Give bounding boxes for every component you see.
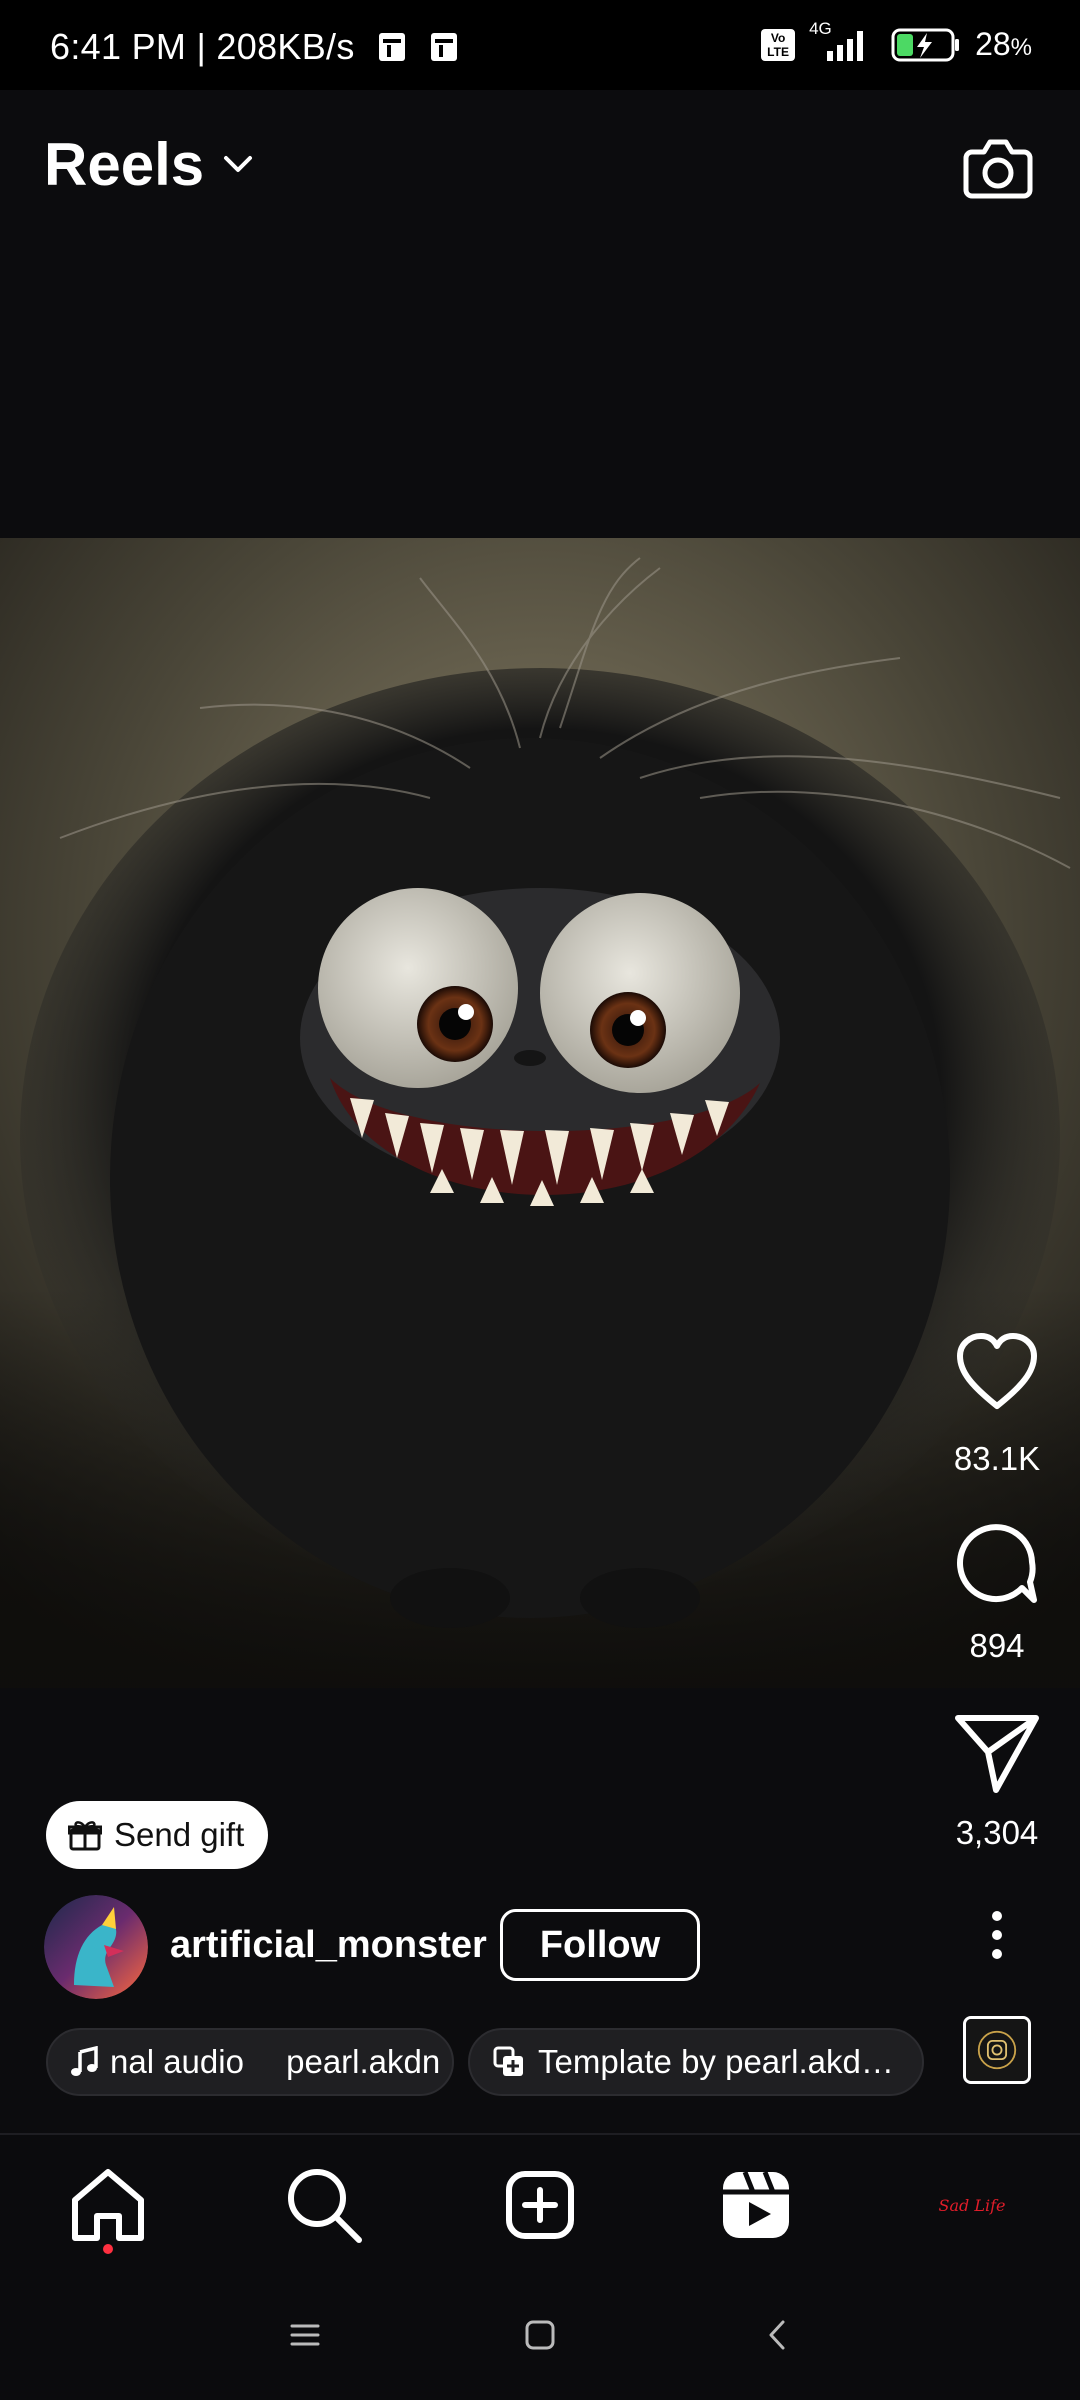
like-count: 83.1K [953, 1440, 1041, 1477]
recents-icon[interactable] [280, 2310, 330, 2360]
audio-thumbnail[interactable] [963, 2016, 1031, 2084]
signal-icon: 4G [809, 19, 877, 63]
audio-pill[interactable]: nal audio pearl.akdn [46, 2028, 454, 2096]
author-username[interactable]: artificial_monster [170, 1924, 487, 1967]
comment-icon[interactable] [952, 1518, 1042, 1608]
reels-icon[interactable] [711, 2160, 801, 2250]
search-icon[interactable] [279, 2160, 369, 2250]
battery-percent: 28 [975, 26, 1011, 62]
send-gift-label: Send gift [114, 1816, 245, 1853]
send-icon[interactable] [952, 1708, 1042, 1798]
volte-icon: Vo LTE [761, 28, 796, 61]
heart-icon[interactable] [952, 1328, 1042, 1418]
page-title[interactable]: Reels [44, 130, 254, 199]
template-pill[interactable]: Template by pearl.akd… [468, 2028, 924, 2096]
template-icon [493, 2046, 523, 2076]
follow-button[interactable]: Follow [500, 1909, 700, 1981]
home-system-icon[interactable] [515, 2310, 565, 2360]
create-icon[interactable] [495, 2160, 585, 2250]
page-title-text: Reels [44, 131, 205, 198]
home-icon[interactable] [63, 2160, 153, 2250]
status-indicators: Vo LTE 4G 28% [761, 19, 1032, 63]
profile-avatar[interactable]: Sad Life [927, 2160, 1017, 2250]
music-note-icon [71, 2046, 98, 2076]
status-time-speed: 6:41 PM | 208KB/s [50, 26, 459, 68]
more-icon[interactable] [975, 1908, 1019, 1962]
template-label: Template by pearl.akd… [538, 2043, 894, 2080]
avatar[interactable] [44, 1895, 148, 1999]
notification-icon [378, 33, 405, 61]
chevron-down-icon [224, 155, 253, 172]
battery-icon [891, 28, 960, 61]
gift-icon [68, 1821, 102, 1851]
notification-icon [431, 33, 458, 61]
back-icon[interactable] [753, 2310, 803, 2360]
reel-video[interactable] [0, 538, 1080, 1688]
battery-unit: % [1010, 34, 1032, 61]
status-time-text: 6:41 PM | 208KB/s [50, 26, 355, 67]
camera-icon[interactable] [958, 128, 1038, 208]
notification-dot [103, 2244, 113, 2254]
profile-label: Sad Life [938, 2195, 1006, 2215]
send-gift-button[interactable]: Send gift [46, 1801, 268, 1869]
audio-label: nal audio pearl.akdn [110, 2043, 441, 2080]
share-count: 3,304 [955, 1814, 1039, 1851]
comment-count: 894 [969, 1627, 1025, 1664]
battery-level: 28% [975, 26, 1032, 63]
volte-label: Vo LTE [767, 30, 789, 59]
